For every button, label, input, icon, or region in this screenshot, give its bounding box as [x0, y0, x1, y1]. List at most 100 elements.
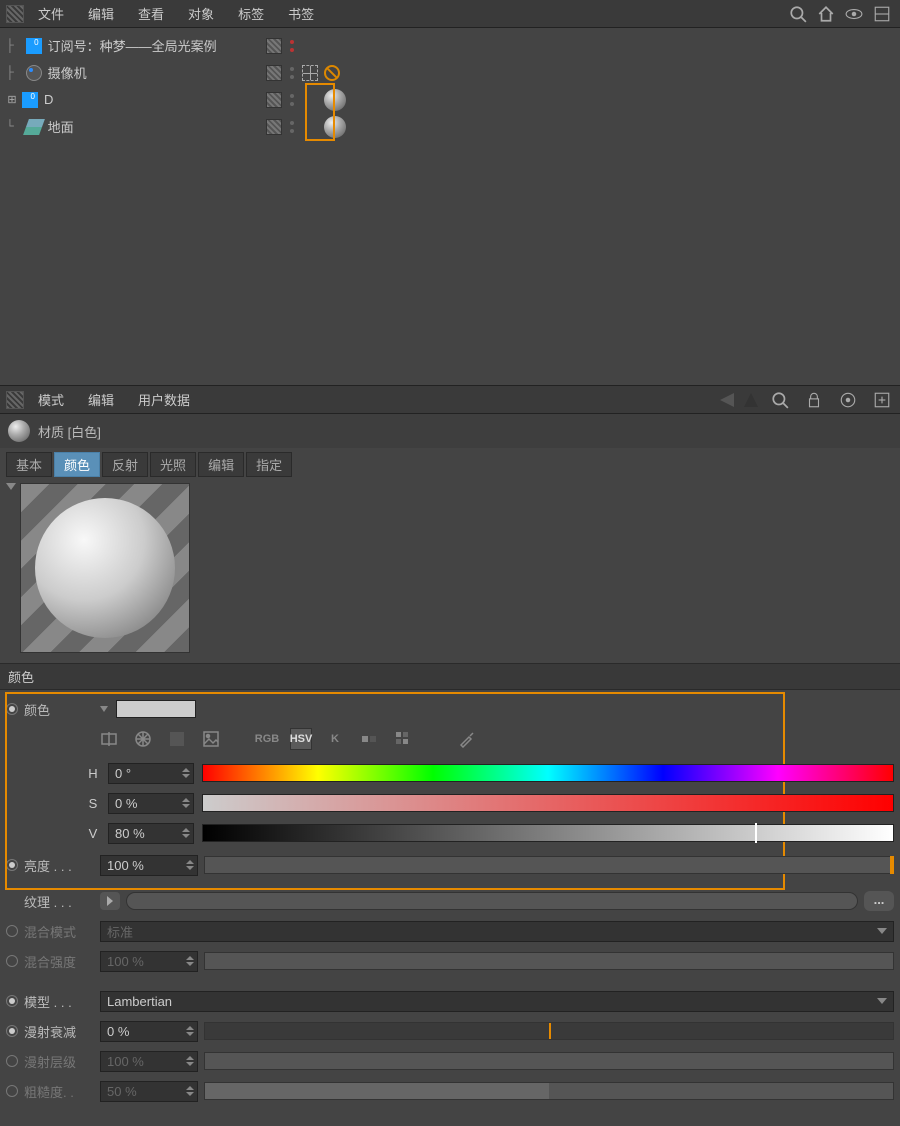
channel-bullet[interactable] [6, 1055, 18, 1067]
layer-tag-icon[interactable] [266, 92, 282, 108]
eye-icon[interactable] [845, 5, 863, 23]
picker-mode-image-icon[interactable] [200, 728, 222, 750]
layer-icon [22, 92, 38, 108]
brightness-field[interactable]: 100 % [100, 855, 198, 876]
search-icon[interactable] [789, 5, 807, 23]
channel-bullet[interactable] [6, 703, 18, 715]
search-icon[interactable] [771, 391, 789, 409]
menu-userdata[interactable]: 用户数据 [128, 387, 200, 412]
blend-strength-field[interactable]: 100 % [100, 951, 198, 972]
tab-edit[interactable]: 编辑 [198, 452, 244, 477]
panel-drag-icon[interactable] [6, 391, 24, 409]
texture-expand-button[interactable] [100, 892, 120, 910]
material-preview[interactable] [20, 483, 190, 653]
layer-tag-icon[interactable] [266, 65, 282, 81]
menu-bookmarks[interactable]: 书签 [278, 1, 324, 26]
saturation-slider[interactable] [202, 794, 894, 812]
picker-mode-slider-icon[interactable] [98, 728, 120, 750]
material-tag-icon[interactable] [324, 116, 346, 138]
h-value-field[interactable]: 0 ° [108, 763, 194, 784]
menu-edit[interactable]: 编辑 [78, 1, 124, 26]
menu-mode[interactable]: 模式 [28, 387, 74, 412]
brightness-label: 亮度 . . . [24, 856, 94, 875]
s-label: S [86, 796, 100, 811]
channel-bullet[interactable] [6, 859, 18, 871]
visibility-dots[interactable] [288, 92, 296, 108]
diffuse-falloff-slider[interactable] [204, 1022, 894, 1040]
tab-basic[interactable]: 基本 [6, 452, 52, 477]
menu-tags[interactable]: 标签 [228, 1, 274, 26]
object-label: 订阅号：种梦——全局光案例 [48, 36, 217, 55]
rgb-mode-button[interactable]: RGB [256, 728, 278, 750]
camera-icon [26, 65, 42, 81]
value-slider[interactable] [202, 824, 894, 842]
material-tabs: 基本 颜色 反射 光照 编辑 指定 [0, 448, 900, 481]
channel-bullet[interactable] [6, 925, 18, 937]
dropdown-triangle-icon[interactable] [100, 706, 108, 712]
menu-file[interactable]: 文件 [28, 1, 74, 26]
target-icon[interactable] [839, 391, 857, 409]
channel-bullet[interactable] [6, 995, 18, 1007]
roughness-slider[interactable] [204, 1082, 894, 1100]
object-panel-menubar: 文件 编辑 查看 对象 标签 书签 [0, 0, 900, 28]
layer-icon [26, 38, 42, 54]
panel-drag-icon[interactable] [6, 5, 24, 23]
texture-field[interactable] [126, 892, 858, 910]
diffuse-levels-slider[interactable] [204, 1052, 894, 1070]
tab-reflection[interactable]: 反射 [102, 452, 148, 477]
hue-slider[interactable] [202, 764, 894, 782]
channel-bullet[interactable] [6, 1085, 18, 1097]
expand-icon[interactable]: ⊞ [6, 93, 18, 106]
layer-tag-icon[interactable] [266, 119, 282, 135]
layout-icon[interactable] [873, 5, 891, 23]
floor-icon [23, 119, 45, 135]
picker-mode-spectrum-icon[interactable] [166, 728, 188, 750]
v-value-field[interactable]: 80 % [108, 823, 194, 844]
roughness-field[interactable]: 50 % [100, 1081, 198, 1102]
crosshair-tag-icon[interactable] [302, 65, 318, 81]
up-arrow-icon[interactable] [744, 393, 758, 407]
visibility-dots[interactable] [288, 119, 296, 135]
menu-object[interactable]: 对象 [178, 1, 224, 26]
menu-edit2[interactable]: 编辑 [78, 387, 124, 412]
diffuse-levels-label: 漫射层级 [24, 1052, 94, 1071]
tree-row[interactable]: ⊞ D [6, 86, 900, 113]
eyedropper-icon[interactable] [456, 728, 478, 750]
s-value-field[interactable]: 0 % [108, 793, 194, 814]
home-icon[interactable] [817, 5, 835, 23]
channel-bullet[interactable] [6, 955, 18, 967]
brightness-slider[interactable] [204, 856, 894, 874]
visibility-dots[interactable] [288, 38, 296, 54]
color-swatch[interactable] [116, 700, 196, 718]
channel-bullet[interactable] [6, 1025, 18, 1037]
tab-color[interactable]: 颜色 [54, 452, 100, 477]
kelvin-mode-button[interactable]: K [324, 728, 346, 750]
swatches-icon[interactable] [392, 728, 414, 750]
diffuse-levels-field[interactable]: 100 % [100, 1051, 198, 1072]
tab-assign[interactable]: 指定 [246, 452, 292, 477]
hsv-mode-button[interactable]: HSV [290, 728, 312, 750]
collapse-triangle-icon[interactable] [6, 483, 16, 490]
tab-illumination[interactable]: 光照 [150, 452, 196, 477]
layer-tag-icon[interactable] [266, 38, 282, 54]
tree-row[interactable]: └ 地面 [6, 113, 900, 140]
tree-row[interactable]: ├ 摄像机 [6, 59, 900, 86]
forbidden-icon[interactable] [324, 65, 340, 81]
material-tag-icon[interactable] [324, 89, 346, 111]
mixer-icon[interactable] [358, 728, 380, 750]
tree-row[interactable]: ├ 订阅号：种梦——全局光案例 [6, 32, 900, 59]
back-arrow-icon[interactable] [720, 393, 734, 407]
blend-mode-dropdown[interactable]: 标准 [100, 921, 894, 942]
blend-mode-label: 混合模式 [24, 922, 94, 941]
visibility-dots[interactable] [288, 65, 296, 81]
model-dropdown[interactable]: Lambertian [100, 991, 894, 1012]
texture-more-button[interactable]: ... [864, 891, 894, 911]
picker-mode-wheel-icon[interactable] [132, 728, 154, 750]
menu-view[interactable]: 查看 [128, 1, 174, 26]
diffuse-falloff-field[interactable]: 0 % [100, 1021, 198, 1042]
material-title-row: 材质 [白色] [0, 414, 900, 448]
new-tab-icon[interactable] [873, 391, 891, 409]
blend-strength-slider[interactable] [204, 952, 894, 970]
lock-icon[interactable] [805, 391, 823, 409]
object-label: D [44, 92, 53, 107]
